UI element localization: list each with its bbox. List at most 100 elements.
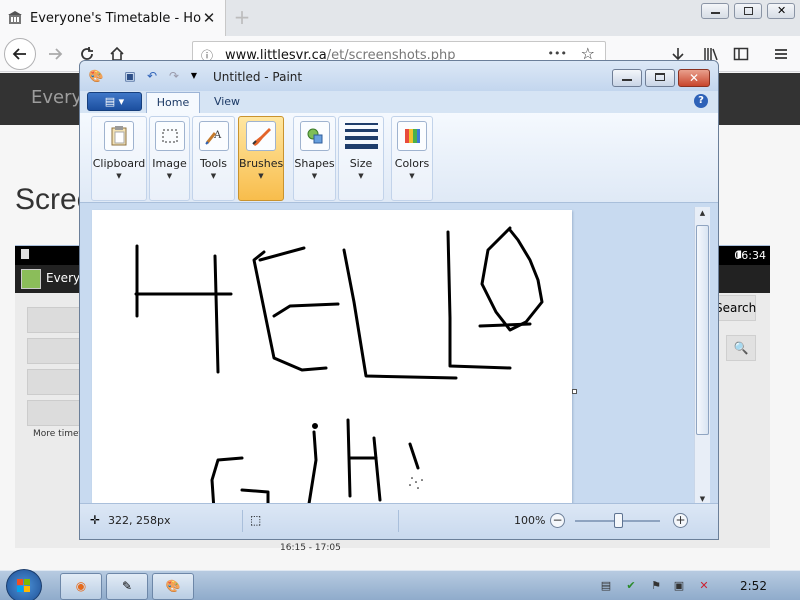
site-favicon-icon <box>8 11 22 25</box>
paint-window-title: Untitled - Paint <box>213 70 303 84</box>
tab-close-icon[interactable]: ✕ <box>201 9 217 27</box>
help-icon[interactable]: ? <box>694 94 708 108</box>
taskbar-firefox-button[interactable]: ◉ <box>60 573 102 600</box>
brushes-group[interactable]: Brushes ▼ <box>238 116 284 201</box>
size-group[interactable]: Size ▼ <box>338 116 384 201</box>
paint-status-bar: ✛ 322, 258px ⬚ 100% − + <box>80 503 718 539</box>
tools-group[interactable]: A Tools ▼ <box>192 116 235 201</box>
forward-button[interactable] <box>40 40 70 68</box>
image-label: Image <box>152 157 187 170</box>
chevron-down-icon: ▼ <box>409 172 415 180</box>
taskbar-app-button[interactable]: ✎ <box>106 573 148 600</box>
tray-flag-icon[interactable]: ⚑ <box>649 579 663 593</box>
scroll-thumb[interactable] <box>696 225 709 435</box>
app-icon: ◉ <box>75 579 87 593</box>
browser-tab[interactable]: Everyone's Timetable - Home ✕ <box>0 0 226 36</box>
undo-icon[interactable]: ↶ <box>144 68 160 84</box>
canvas-resize-handle[interactable] <box>572 389 577 394</box>
colors-palette-icon <box>397 121 427 151</box>
vertical-scrollbar[interactable]: ▲ ▼ <box>694 207 710 505</box>
shapes-group[interactable]: Shapes ▼ <box>293 116 336 201</box>
chevron-down-icon: ▼ <box>210 172 217 180</box>
clipboard-group[interactable]: Clipboard ▼ <box>91 116 147 201</box>
forward-arrow-icon <box>49 48 63 60</box>
shapes-label: Shapes <box>294 157 335 170</box>
status-divider <box>242 510 243 532</box>
tray-document-icon[interactable]: ▤ <box>599 579 613 593</box>
paint-title-bar[interactable]: 🎨 ▣ ↶ ↷ ▼ Untitled - Paint ✕ <box>80 61 718 91</box>
page-actions-icon[interactable]: ••• <box>548 47 567 60</box>
customize-qat-icon[interactable]: ▼ <box>186 68 202 84</box>
cursor-position-icon: ✛ <box>90 513 101 527</box>
brushes-label: Brushes <box>239 157 284 170</box>
image-group[interactable]: Image ▼ <box>149 116 190 201</box>
paint-window: 🎨 ▣ ↶ ↷ ▼ Untitled - Paint ✕ ▤ ▾ Home Vi… <box>79 60 719 540</box>
taskbar-paint-button[interactable]: 🎨 <box>152 573 194 600</box>
select-icon <box>155 121 185 151</box>
paint-workspace <box>80 204 718 512</box>
clipboard-label: Clipboard <box>92 157 146 170</box>
new-tab-button[interactable]: + <box>232 6 252 28</box>
shapes-icon <box>300 121 330 151</box>
tab-title: Everyone's Timetable - Home <box>30 10 201 26</box>
scroll-down-icon[interactable]: ▼ <box>695 495 710 503</box>
phone-list-item <box>27 307 83 333</box>
phone-list-item <box>27 400 83 426</box>
chevron-down-icon: ▼ <box>116 172 122 180</box>
paint-close-button[interactable]: ✕ <box>678 69 710 87</box>
paint-maximize-button[interactable] <box>645 69 675 87</box>
pencil-text-icon: A <box>199 121 229 151</box>
back-button[interactable] <box>4 38 36 70</box>
sidebar-icon <box>733 47 749 61</box>
paint-app-icon: 🎨 <box>165 579 181 593</box>
phone-list-item <box>27 338 83 364</box>
redo-icon[interactable]: ↷ <box>166 68 182 84</box>
phone-app-icon <box>21 269 41 289</box>
app-icon: ✎ <box>121 579 133 593</box>
status-divider <box>398 510 399 532</box>
handwritten-drawing <box>134 226 544 512</box>
chevron-down-icon: ▼ <box>311 172 318 180</box>
zoom-out-button[interactable]: − <box>550 513 565 528</box>
svg-text:A: A <box>213 130 222 141</box>
browser-close-button[interactable]: ✕ <box>767 3 795 19</box>
paint-app-icon: 🎨 <box>88 69 104 83</box>
ribbon-home: Clipboard ▼ Image ▼ A Tools ▼ Brushes ▼ <box>80 113 718 203</box>
save-icon[interactable]: ▣ <box>122 68 138 84</box>
tray-volume-muted-icon[interactable]: ✕ <box>697 579 711 593</box>
chevron-down-icon: ▼ <box>166 172 173 180</box>
browser-tab-strip: Everyone's Timetable - Home ✕ + ✕ <box>0 0 800 36</box>
zoom-slider-thumb[interactable] <box>614 513 623 528</box>
phone-sim-icon <box>21 249 29 259</box>
phone-search-label: Search <box>715 301 757 315</box>
zoom-in-button[interactable]: + <box>673 513 688 528</box>
phone-list-item <box>27 369 83 395</box>
tray-network-icon[interactable]: ▣ <box>672 579 686 593</box>
colors-group[interactable]: Colors ▼ <box>391 116 433 201</box>
tools-label: Tools <box>199 157 228 170</box>
tray-security-icon[interactable]: ✔ <box>624 579 638 593</box>
phone-status-time: 06:34 <box>734 249 766 262</box>
browser-restore-button[interactable] <box>734 3 762 19</box>
scroll-up-icon[interactable]: ▲ <box>695 209 710 217</box>
colors-label: Colors <box>394 157 430 170</box>
paint-minimize-button[interactable] <box>612 69 642 87</box>
paint-file-menu-button[interactable]: ▤ ▾ <box>87 92 142 111</box>
maximize-icon <box>655 73 665 81</box>
cursor-position: 322, 258px <box>108 514 171 527</box>
brush-icon <box>246 121 276 151</box>
taskbar: ◉ ✎ 🎨 ▤ ✔ ⚑ ▣ ✕ 2:52 <box>0 569 800 600</box>
line-size-icon <box>345 123 378 149</box>
chevron-down-icon: ▼ <box>258 172 264 180</box>
menu-button[interactable] <box>766 40 796 68</box>
selection-size-icon: ⬚ <box>250 513 262 527</box>
ribbon-tab-bar: ▤ ▾ Home View ? <box>80 91 718 113</box>
size-label: Size <box>349 157 373 170</box>
drawing-canvas[interactable] <box>92 210 572 512</box>
sidebar-button[interactable] <box>726 40 756 68</box>
taskbar-clock[interactable]: 2:52 <box>740 579 767 593</box>
browser-minimize-button[interactable] <box>701 3 729 19</box>
tab-home[interactable]: Home <box>146 92 200 113</box>
tab-view[interactable]: View <box>204 92 250 113</box>
start-button[interactable] <box>6 569 42 600</box>
